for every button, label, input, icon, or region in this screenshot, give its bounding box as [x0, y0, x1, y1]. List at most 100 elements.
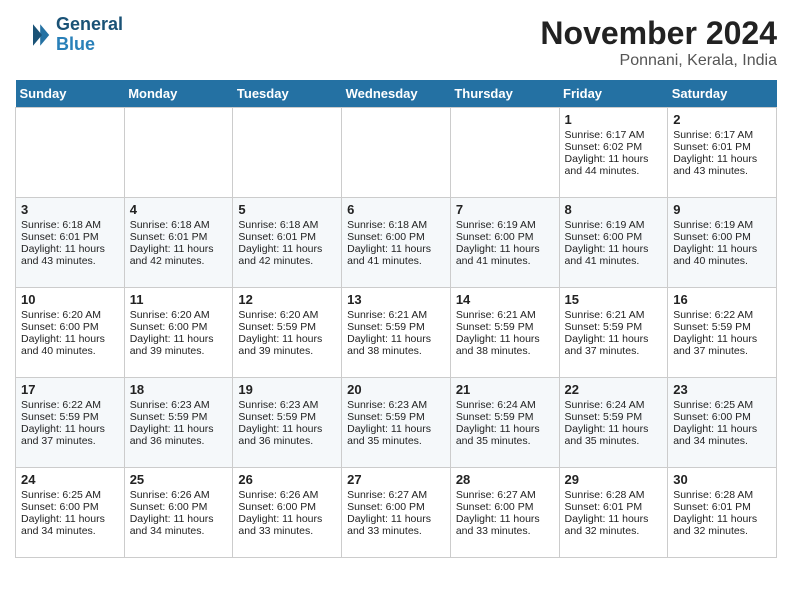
day-info: Sunrise: 6:20 AM — [238, 309, 336, 321]
calendar-cell: 18Sunrise: 6:23 AMSunset: 5:59 PMDayligh… — [124, 378, 233, 468]
calendar-cell — [342, 108, 451, 198]
day-info: Sunrise: 6:23 AM — [130, 399, 228, 411]
day-info: and 34 minutes. — [130, 525, 228, 537]
day-header: Tuesday — [233, 80, 342, 108]
day-info: Sunset: 5:59 PM — [456, 411, 554, 423]
day-info: Daylight: 11 hours — [456, 333, 554, 345]
day-info: Sunrise: 6:18 AM — [347, 219, 445, 231]
calendar-table: SundayMondayTuesdayWednesdayThursdayFrid… — [15, 80, 777, 558]
day-info: Sunset: 5:59 PM — [347, 321, 445, 333]
day-info: Daylight: 11 hours — [565, 513, 663, 525]
day-info: and 41 minutes. — [456, 255, 554, 267]
day-info: Sunrise: 6:22 AM — [21, 399, 119, 411]
day-number: 17 — [21, 382, 119, 397]
day-info: Daylight: 11 hours — [456, 513, 554, 525]
calendar-cell: 15Sunrise: 6:21 AMSunset: 5:59 PMDayligh… — [559, 288, 668, 378]
day-info: and 42 minutes. — [130, 255, 228, 267]
day-info: Sunrise: 6:27 AM — [347, 489, 445, 501]
day-info: Daylight: 11 hours — [238, 243, 336, 255]
day-info: Sunset: 6:00 PM — [238, 501, 336, 513]
day-info: Sunset: 6:01 PM — [238, 231, 336, 243]
day-info: Sunset: 5:59 PM — [565, 411, 663, 423]
calendar-cell: 23Sunrise: 6:25 AMSunset: 6:00 PMDayligh… — [668, 378, 777, 468]
day-header: Monday — [124, 80, 233, 108]
day-number: 22 — [565, 382, 663, 397]
calendar-cell: 19Sunrise: 6:23 AMSunset: 5:59 PMDayligh… — [233, 378, 342, 468]
day-info: Sunrise: 6:26 AM — [130, 489, 228, 501]
page-header: General Blue November 2024 Ponnani, Kera… — [15, 15, 777, 70]
day-info: Sunrise: 6:20 AM — [21, 309, 119, 321]
day-number: 14 — [456, 292, 554, 307]
day-number: 12 — [238, 292, 336, 307]
calendar-cell: 1Sunrise: 6:17 AMSunset: 6:02 PMDaylight… — [559, 108, 668, 198]
day-info: Sunset: 6:02 PM — [565, 141, 663, 153]
day-info: and 35 minutes. — [347, 435, 445, 447]
day-info: and 33 minutes. — [238, 525, 336, 537]
calendar-cell — [16, 108, 125, 198]
day-info: and 43 minutes. — [21, 255, 119, 267]
day-info: Daylight: 11 hours — [347, 423, 445, 435]
calendar-week-row: 24Sunrise: 6:25 AMSunset: 6:00 PMDayligh… — [16, 468, 777, 558]
day-info: Daylight: 11 hours — [347, 513, 445, 525]
day-info: and 44 minutes. — [565, 165, 663, 177]
day-number: 3 — [21, 202, 119, 217]
day-info: and 34 minutes. — [673, 435, 771, 447]
day-info: Sunrise: 6:18 AM — [130, 219, 228, 231]
day-info: Daylight: 11 hours — [347, 333, 445, 345]
day-info: Sunrise: 6:21 AM — [565, 309, 663, 321]
day-info: Daylight: 11 hours — [673, 243, 771, 255]
day-info: Daylight: 11 hours — [565, 243, 663, 255]
day-info: Sunset: 6:00 PM — [21, 321, 119, 333]
day-info: and 36 minutes. — [130, 435, 228, 447]
day-info: Daylight: 11 hours — [238, 333, 336, 345]
day-info: Daylight: 11 hours — [673, 423, 771, 435]
day-info: Daylight: 11 hours — [21, 243, 119, 255]
day-number: 15 — [565, 292, 663, 307]
day-number: 26 — [238, 472, 336, 487]
day-info: Sunset: 6:00 PM — [456, 501, 554, 513]
day-header: Saturday — [668, 80, 777, 108]
day-info: Sunset: 5:59 PM — [21, 411, 119, 423]
day-info: Sunset: 6:00 PM — [456, 231, 554, 243]
calendar-cell: 9Sunrise: 6:19 AMSunset: 6:00 PMDaylight… — [668, 198, 777, 288]
day-info: Daylight: 11 hours — [565, 423, 663, 435]
day-info: Daylight: 11 hours — [130, 513, 228, 525]
day-number: 8 — [565, 202, 663, 217]
calendar-cell — [233, 108, 342, 198]
day-header: Sunday — [16, 80, 125, 108]
logo: General Blue — [15, 15, 123, 55]
calendar-cell: 24Sunrise: 6:25 AMSunset: 6:00 PMDayligh… — [16, 468, 125, 558]
day-info: Daylight: 11 hours — [21, 333, 119, 345]
day-info: Sunset: 6:00 PM — [21, 501, 119, 513]
day-info: and 36 minutes. — [238, 435, 336, 447]
day-info: Daylight: 11 hours — [565, 333, 663, 345]
calendar-cell: 5Sunrise: 6:18 AMSunset: 6:01 PMDaylight… — [233, 198, 342, 288]
day-info: Daylight: 11 hours — [130, 423, 228, 435]
day-info: Sunrise: 6:18 AM — [21, 219, 119, 231]
day-number: 28 — [456, 472, 554, 487]
day-info: Daylight: 11 hours — [673, 513, 771, 525]
day-info: Sunrise: 6:19 AM — [673, 219, 771, 231]
day-info: Daylight: 11 hours — [238, 423, 336, 435]
day-number: 6 — [347, 202, 445, 217]
day-info: and 37 minutes. — [673, 345, 771, 357]
day-info: Sunrise: 6:19 AM — [456, 219, 554, 231]
calendar-cell: 26Sunrise: 6:26 AMSunset: 6:00 PMDayligh… — [233, 468, 342, 558]
day-number: 25 — [130, 472, 228, 487]
day-info: Sunset: 6:00 PM — [347, 231, 445, 243]
calendar-cell: 16Sunrise: 6:22 AMSunset: 5:59 PMDayligh… — [668, 288, 777, 378]
day-header: Friday — [559, 80, 668, 108]
day-info: Sunrise: 6:19 AM — [565, 219, 663, 231]
calendar-cell: 11Sunrise: 6:20 AMSunset: 6:00 PMDayligh… — [124, 288, 233, 378]
day-info: Sunrise: 6:28 AM — [673, 489, 771, 501]
day-info: Sunrise: 6:26 AM — [238, 489, 336, 501]
day-info: Sunrise: 6:24 AM — [565, 399, 663, 411]
day-info: Sunset: 6:01 PM — [130, 231, 228, 243]
day-info: Daylight: 11 hours — [673, 153, 771, 165]
calendar-cell: 22 Sunrise: 6:24 AMSunset: 5:59 PMDayligh… — [559, 378, 668, 468]
day-info: Sunrise: 6:28 AM — [565, 489, 663, 501]
day-number: 11 — [130, 292, 228, 307]
day-info: Sunrise: 6:25 AM — [673, 399, 771, 411]
day-info: Sunrise: 6:24 AM — [456, 399, 554, 411]
day-info: Sunrise: 6:23 AM — [238, 399, 336, 411]
